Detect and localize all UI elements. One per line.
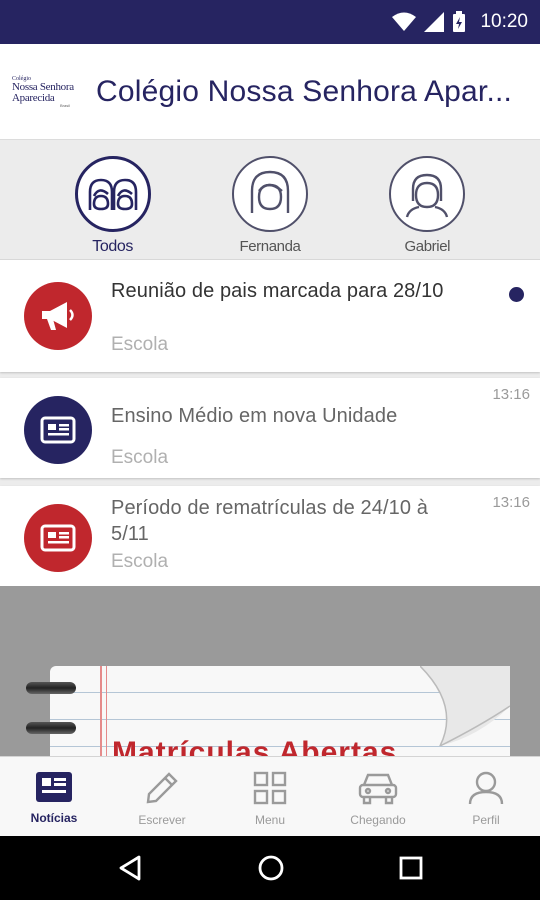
app-bar: Colégio Nossa Senhora Aparecida Brasil C… (0, 44, 540, 140)
profile-todos[interactable]: Todos (58, 140, 168, 259)
system-nav-bar (0, 836, 540, 900)
spiral-ring (26, 682, 76, 694)
logo-line-4: Brasil (59, 102, 70, 108)
news-item-source: Escola (111, 447, 169, 468)
news-item-time: 13:16 (492, 386, 530, 403)
news-item[interactable]: Ensino Médio em nova Unidade Escola 13:1… (0, 378, 540, 478)
car-icon (358, 773, 398, 805)
logo-line-3: Aparecida (12, 91, 55, 104)
nav-perfil[interactable]: Perfil (432, 757, 540, 836)
nav-label: Perfil (472, 813, 500, 827)
news-item-source: Escola (111, 334, 169, 355)
news-item-source: Escola (111, 551, 169, 572)
group-icon (88, 178, 137, 211)
spiral-ring (26, 722, 76, 734)
person-icon (468, 771, 504, 805)
news-icon (36, 772, 72, 802)
app-title: Colégio Nossa Senhora Apar... (96, 74, 513, 108)
nav-label: Chegando (350, 813, 406, 827)
bottom-nav: Notícias Escrever Menu Chegando Perfil (0, 756, 540, 836)
banner-text: Matrículas Abertas (112, 736, 398, 756)
news-feed: Reunião de pais marcada para 28/10 Escol… (0, 260, 540, 756)
profile-avatar (74, 156, 151, 232)
profile-avatar (231, 156, 308, 232)
news-item-icon-circle (24, 504, 92, 572)
profile-label: Gabriel (404, 238, 451, 255)
profile-gabriel[interactable]: Gabriel (372, 140, 482, 259)
back-icon[interactable] (117, 854, 143, 882)
boy-avatar-icon (406, 173, 449, 218)
status-bar: 10:20 (0, 0, 540, 44)
logo-line-2: Nossa Senhora (12, 80, 74, 93)
profile-selector: Todos Fernanda Gabriel (0, 140, 540, 260)
wifi-icon (392, 12, 417, 31)
news-item-time: 13:16 (492, 494, 530, 511)
nav-noticias[interactable]: Notícias (0, 757, 108, 836)
profile-label: Fernanda (239, 238, 301, 255)
pencil-icon (146, 772, 178, 804)
news-icon (40, 416, 76, 444)
news-item[interactable]: Reunião de pais marcada para 28/10 Escol… (0, 260, 540, 372)
nav-chegando[interactable]: Chegando (324, 757, 432, 836)
clock: 10:20 (480, 11, 528, 32)
news-item-icon-circle (24, 282, 92, 350)
home-icon[interactable] (257, 854, 285, 882)
recents-icon[interactable] (399, 856, 423, 880)
megaphone-icon (42, 302, 74, 330)
news-icon (40, 524, 76, 552)
news-item[interactable]: Período de rematrículas de 24/10 à 5/11 … (0, 486, 540, 598)
news-item-title: Ensino Médio em nova Unidade (111, 405, 398, 427)
news-item-icon-circle (24, 396, 92, 464)
battery-icon (453, 11, 466, 32)
nav-label: Menu (254, 813, 286, 827)
nav-escrever[interactable]: Escrever (108, 757, 216, 836)
profile-label: Todos (92, 238, 133, 255)
news-item-title: Reunião de pais marcada para 28/10 (111, 280, 444, 302)
girl-avatar-icon (250, 170, 290, 213)
enrollment-banner[interactable]: Matrículas Abertas (0, 586, 540, 756)
unread-indicator (509, 287, 524, 302)
page-curl (420, 666, 510, 746)
profile-fernanda[interactable]: Fernanda (215, 140, 325, 259)
nav-label: Notícias (30, 811, 78, 825)
news-item-title: Período de rematrículas de 24/10 à 5/11 (111, 497, 428, 545)
grid-icon (253, 771, 287, 805)
nav-menu[interactable]: Menu (216, 757, 324, 836)
signal-icon (424, 12, 445, 32)
profile-avatar (389, 156, 466, 232)
school-logo: Colégio Nossa Senhora Aparecida Brasil (12, 76, 88, 108)
nav-label: Escrever (138, 813, 186, 827)
